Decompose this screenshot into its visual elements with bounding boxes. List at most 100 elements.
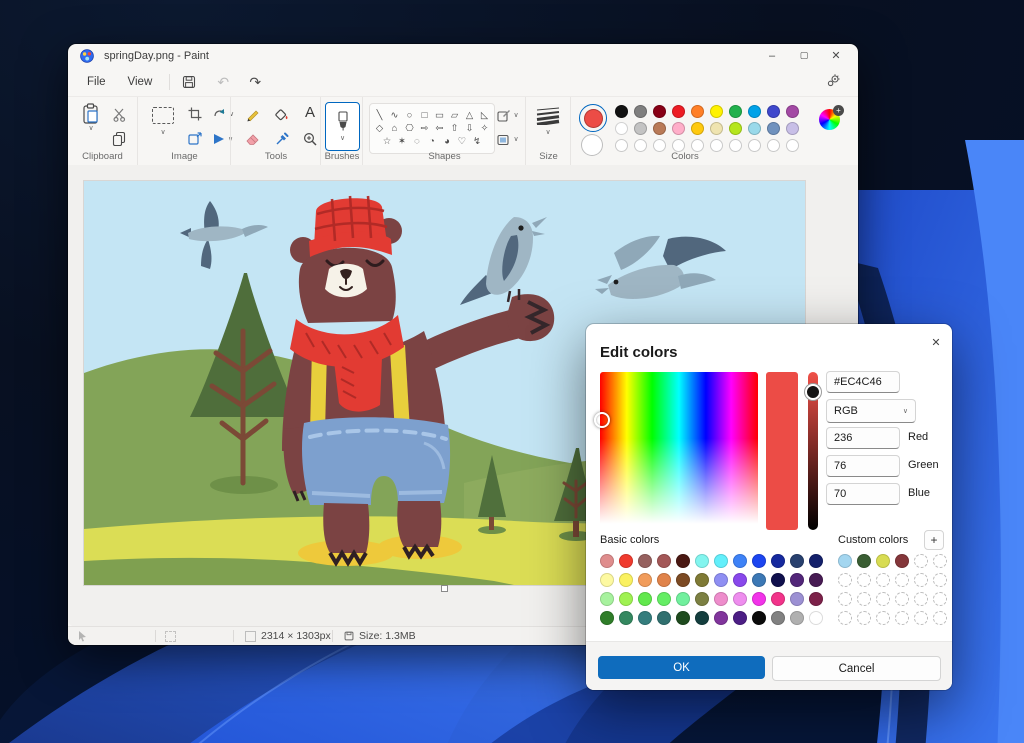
dialog-close-button[interactable]: ✕ — [926, 332, 946, 352]
empty-color-slot[interactable] — [838, 573, 852, 587]
empty-color-slot[interactable] — [838, 611, 852, 625]
color-swatch[interactable] — [809, 573, 823, 587]
shape-icon[interactable]: ⌂ — [389, 123, 400, 134]
shape-icon[interactable]: ╲ — [374, 110, 385, 121]
redo-button[interactable]: ↷ — [242, 70, 268, 94]
color-swatch[interactable] — [790, 554, 804, 568]
eyedropper-tool[interactable] — [273, 130, 291, 148]
color-swatch[interactable] — [653, 122, 666, 135]
shape-icon[interactable]: △ — [464, 110, 475, 121]
empty-color-slot[interactable] — [914, 592, 928, 606]
red-input[interactable] — [826, 427, 900, 449]
shape-icon[interactable]: ♡ — [457, 136, 468, 147]
empty-color-slot[interactable] — [933, 611, 947, 625]
color-swatch[interactable] — [857, 554, 871, 568]
shape-icon[interactable]: ○ — [404, 110, 415, 121]
color-swatch[interactable] — [638, 611, 652, 625]
shape-icon[interactable]: ◇ — [374, 123, 385, 134]
color-swatch[interactable] — [710, 122, 723, 135]
copy-button[interactable] — [110, 129, 128, 147]
color-swatch[interactable] — [733, 592, 747, 606]
shape-outline-button[interactable]: ∨ — [495, 107, 521, 123]
color-swatch[interactable] — [691, 122, 704, 135]
empty-color-slot[interactable] — [876, 573, 890, 587]
color-picker-ring[interactable] — [594, 412, 610, 428]
color-swatch[interactable] — [600, 573, 614, 587]
color-swatch[interactable] — [672, 122, 685, 135]
settings-button[interactable] — [820, 68, 846, 92]
shape-icon[interactable]: ◕ — [442, 136, 453, 147]
color-swatch[interactable] — [752, 573, 766, 587]
color-swatch[interactable] — [657, 573, 671, 587]
color-swatch[interactable] — [714, 592, 728, 606]
eraser-tool[interactable] — [243, 130, 261, 148]
color-swatch[interactable] — [786, 122, 799, 135]
color-swatch[interactable] — [838, 554, 852, 568]
menu-view[interactable]: View — [117, 72, 164, 92]
ok-button[interactable]: OK — [598, 656, 765, 679]
color-swatch[interactable] — [695, 573, 709, 587]
color-swatch[interactable] — [600, 554, 614, 568]
shape-icon[interactable]: ⇦ — [434, 123, 445, 134]
color-swatch[interactable] — [714, 573, 728, 587]
titlebar[interactable]: springDay.png - Paint – ▢ ✕ — [68, 44, 858, 68]
empty-color-slot[interactable] — [933, 554, 947, 568]
pencil-tool[interactable] — [243, 105, 261, 123]
color-swatch[interactable] — [771, 592, 785, 606]
color-swatch[interactable] — [695, 554, 709, 568]
empty-color-slot[interactable] — [933, 592, 947, 606]
color-swatch[interactable] — [672, 105, 685, 118]
color-swatch[interactable] — [615, 122, 628, 135]
color-swatch[interactable] — [767, 122, 780, 135]
color-swatch[interactable] — [786, 105, 799, 118]
shape-icon[interactable]: ☆ — [382, 136, 393, 147]
color-swatch[interactable] — [638, 592, 652, 606]
color-swatch[interactable] — [695, 592, 709, 606]
shape-icon[interactable]: ◌ — [412, 136, 423, 147]
empty-color-slot[interactable] — [857, 611, 871, 625]
color-swatch[interactable] — [809, 592, 823, 606]
shape-icon[interactable]: ▱ — [449, 110, 460, 121]
saturation-picker[interactable] — [600, 372, 758, 530]
color-swatch[interactable] — [653, 105, 666, 118]
green-input[interactable] — [826, 455, 900, 477]
foreground-color-swatch[interactable] — [579, 104, 607, 132]
shape-icon[interactable]: ✧ — [479, 123, 490, 134]
color-swatch[interactable] — [695, 611, 709, 625]
color-swatch[interactable] — [676, 573, 690, 587]
shape-icon[interactable]: ↯ — [472, 136, 483, 147]
color-swatch[interactable] — [600, 611, 614, 625]
empty-color-slot[interactable] — [857, 573, 871, 587]
shape-icon[interactable]: ◺ — [479, 110, 490, 121]
empty-color-slot[interactable] — [876, 592, 890, 606]
cut-button[interactable] — [110, 105, 128, 123]
fill-tool[interactable] — [273, 105, 291, 123]
color-swatch[interactable] — [729, 122, 742, 135]
color-swatch[interactable] — [657, 554, 671, 568]
minimize-button[interactable]: – — [756, 44, 788, 67]
close-button[interactable]: ✕ — [820, 44, 852, 67]
color-swatch[interactable] — [600, 592, 614, 606]
color-swatch[interactable] — [691, 105, 704, 118]
empty-color-slot[interactable] — [914, 554, 928, 568]
value-slider-knob[interactable] — [805, 384, 821, 400]
shapes-gallery[interactable]: ╲∿○□▭▱△◺ ◇⌂⎔⇨⇦⇧⇩✧ ☆✶◌◔◕♡↯ — [369, 103, 495, 154]
add-custom-color-button[interactable]: + — [924, 530, 944, 550]
color-swatch[interactable] — [733, 554, 747, 568]
undo-button[interactable]: ↶ — [210, 70, 236, 94]
color-swatch[interactable] — [809, 554, 823, 568]
menu-file[interactable]: File — [76, 72, 117, 92]
color-swatch[interactable] — [752, 554, 766, 568]
empty-color-slot[interactable] — [857, 592, 871, 606]
shape-icon[interactable]: ⎔ — [404, 123, 415, 134]
color-swatch[interactable] — [895, 554, 909, 568]
color-swatch[interactable] — [790, 611, 804, 625]
resize-button[interactable] — [186, 130, 204, 148]
shape-icon[interactable]: ⇧ — [449, 123, 460, 134]
color-swatch[interactable] — [733, 573, 747, 587]
shape-icon[interactable]: ∿ — [389, 110, 400, 121]
color-swatch[interactable] — [638, 573, 652, 587]
color-swatch[interactable] — [790, 573, 804, 587]
empty-color-slot[interactable] — [895, 592, 909, 606]
color-swatch[interactable] — [676, 611, 690, 625]
